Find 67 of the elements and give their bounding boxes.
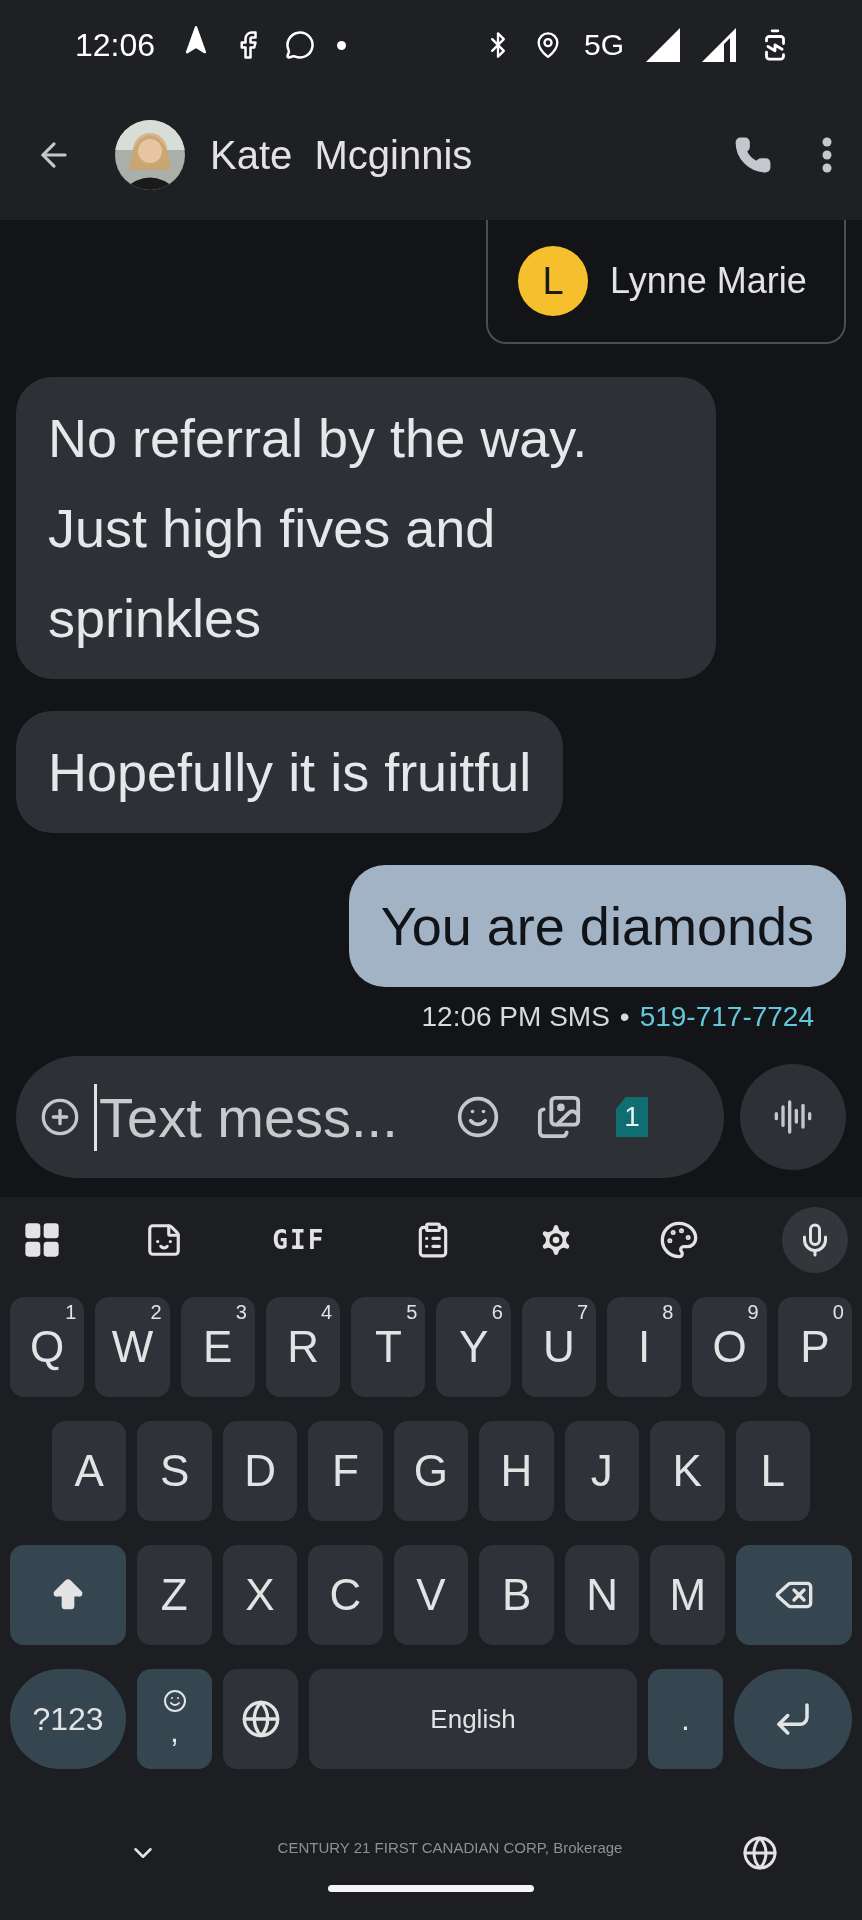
globe-icon[interactable] <box>742 1835 778 1871</box>
separator-dot: • <box>619 1001 630 1033</box>
letter-key[interactable]: U 7 <box>521 1297 597 1397</box>
letter-key[interactable]: Q 1 <box>10 1297 85 1397</box>
shift-key[interactable] <box>10 1545 126 1645</box>
phone-number-link[interactable]: 519-717-7724 <box>639 1001 814 1033</box>
gif-button[interactable]: GIF <box>266 1224 332 1256</box>
network-type: 5G <box>583 28 624 62</box>
call-button[interactable] <box>734 136 772 174</box>
comma-key[interactable]: , <box>137 1669 212 1769</box>
keyboard-brand: CENTURY 21 FIRST CANADIAN CORP, Brokerage <box>277 1838 623 1856</box>
globe-icon <box>240 1699 281 1739</box>
sim-badge[interactable]: 1 <box>616 1097 648 1137</box>
letter-key[interactable]: W 2 <box>95 1297 170 1397</box>
letter-key[interactable]: I 8 <box>607 1297 682 1397</box>
signal-icon <box>702 28 736 62</box>
contact-avatar: L <box>518 246 588 316</box>
message-field[interactable]: Text mess... 1 <box>16 1056 724 1178</box>
emoji-icon[interactable] <box>456 1095 500 1139</box>
letter-key[interactable]: E 3 <box>180 1297 255 1397</box>
emoji-icon <box>162 1688 187 1713</box>
waveform-icon <box>773 1097 813 1137</box>
symbols-key[interactable]: ?123 <box>10 1669 126 1769</box>
status-time: 12:06 <box>75 26 156 64</box>
received-message: Hopefully it is fruitful <box>16 711 564 833</box>
letter-key[interactable]: D <box>222 1421 298 1521</box>
signal-icon <box>646 28 680 62</box>
contact-name: Kate Mcginnis <box>210 132 474 178</box>
letter-key[interactable]: G <box>393 1421 469 1521</box>
letter-key[interactable]: X <box>222 1545 298 1645</box>
notification-dot <box>337 40 347 50</box>
palette-icon[interactable] <box>658 1220 699 1260</box>
apps-icon[interactable] <box>22 1220 62 1260</box>
letter-key[interactable]: J <box>564 1421 640 1521</box>
letter-key[interactable]: M <box>650 1545 726 1645</box>
gallery-icon[interactable] <box>536 1094 582 1140</box>
letter-key[interactable]: B <box>479 1545 554 1645</box>
letter-key[interactable]: L <box>735 1421 810 1521</box>
backspace-key[interactable] <box>736 1545 853 1645</box>
letter-key[interactable]: H <box>479 1421 554 1521</box>
sent-message: You are diamonds <box>348 865 846 987</box>
contact-card[interactable]: L Lynne Marie <box>486 220 846 344</box>
message-input[interactable]: Text mess... <box>94 1083 434 1151</box>
more-icon <box>822 137 832 173</box>
letter-key[interactable]: Z <box>137 1545 212 1645</box>
more-button[interactable] <box>822 137 832 173</box>
letter-key[interactable]: O 9 <box>692 1297 767 1397</box>
messenger-icon <box>285 30 316 60</box>
letter-key[interactable]: S <box>137 1421 212 1521</box>
letter-key[interactable]: C <box>308 1545 383 1645</box>
letter-key[interactable]: K <box>650 1421 725 1521</box>
letter-key[interactable]: R 4 <box>265 1297 341 1397</box>
globe-key[interactable] <box>223 1669 298 1769</box>
message-time: 12:06 PM SMS <box>421 1001 610 1033</box>
letter-key[interactable]: P 0 <box>777 1297 852 1397</box>
phone-icon <box>734 136 772 174</box>
letter-key[interactable]: Y 6 <box>436 1297 511 1397</box>
received-message: No referral by the way. Just high fives and sprinkles <box>16 377 716 679</box>
letter-key[interactable]: F <box>308 1421 383 1521</box>
period-key[interactable]: . <box>648 1669 723 1769</box>
letter-key[interactable]: T 5 <box>351 1297 426 1397</box>
contact-card-name: Lynne Marie <box>610 260 807 302</box>
letter-key[interactable]: A <box>52 1421 127 1521</box>
letter-key[interactable]: V <box>393 1545 469 1645</box>
space-key[interactable]: English <box>309 1669 637 1769</box>
letter-key[interactable]: N <box>564 1545 640 1645</box>
add-icon[interactable] <box>40 1097 80 1137</box>
